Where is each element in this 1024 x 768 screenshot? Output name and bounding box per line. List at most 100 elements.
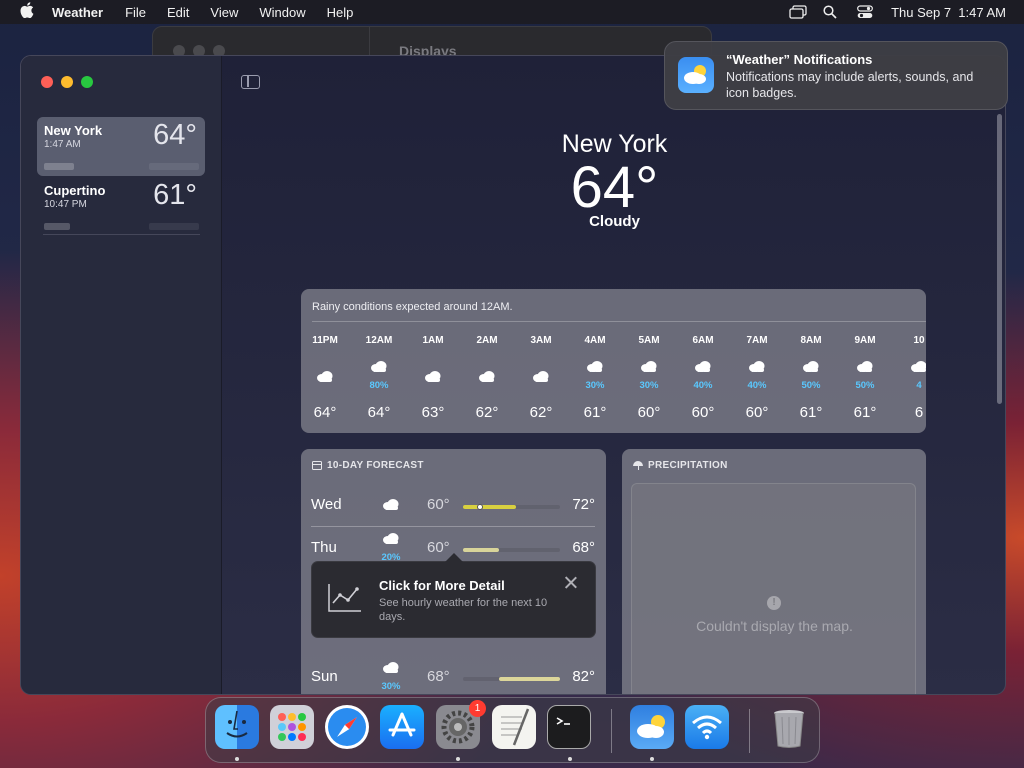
menu-view[interactable]: View	[210, 5, 238, 20]
city-card-placeholder	[44, 163, 74, 170]
forecast-precip-chance: 30%	[381, 681, 401, 692]
more-detail-popover[interactable]: Click for More Detail See hourly weather…	[311, 553, 596, 638]
control-center-icon[interactable]	[857, 5, 873, 19]
hour-column: 10 4 6	[892, 289, 926, 433]
city-card-temp: 61°	[153, 179, 197, 211]
precipitation-card[interactable]: PRECIPITATION ! Couldn't display the map…	[622, 449, 926, 694]
hour-label: 3AM	[530, 335, 552, 346]
menubar-clock[interactable]: Thu Sep 7 1:47 AM	[891, 5, 1006, 20]
notification-body: Notifications may include alerts, sounds…	[726, 70, 974, 100]
hour-column: 11PM 64°	[301, 289, 352, 433]
hour-column: 5AM 30% 60°	[622, 289, 676, 433]
trash-icon[interactable]	[767, 705, 811, 749]
current-temp-marker	[477, 504, 483, 510]
textedit-icon[interactable]	[492, 705, 536, 749]
map-error-message: Couldn't display the map.	[696, 618, 853, 634]
hour-label: 6AM	[692, 335, 714, 346]
weather-app-icon	[678, 57, 714, 93]
forecast-low: 60°	[427, 496, 450, 513]
hour-temperature: 62°	[529, 404, 553, 421]
hour-precip-chance: 40%	[693, 380, 713, 391]
temperature-range-bar	[463, 677, 560, 681]
current-condition: Cloudy	[589, 213, 640, 230]
ten-day-heading: 10-DAY FORECAST	[312, 460, 424, 471]
hour-column: 6AM 40% 60°	[676, 289, 730, 433]
app-store-icon[interactable]	[380, 705, 424, 749]
running-indicator	[235, 757, 239, 761]
weather-dock-icon[interactable]	[630, 705, 674, 749]
close-window-button[interactable]	[41, 76, 53, 88]
current-temperature: 64°	[570, 155, 659, 220]
hour-precip-chance: 30%	[639, 380, 659, 391]
close-icon[interactable]	[564, 575, 578, 589]
menu-app-name[interactable]: Weather	[52, 5, 103, 20]
scrollbar[interactable]	[997, 114, 1002, 404]
forecast-low: 68°	[427, 668, 450, 685]
running-indicator	[650, 757, 654, 761]
hour-temperature: 6	[914, 404, 924, 421]
popover-title: Click for More Detail	[379, 578, 505, 593]
traffic-lights	[41, 76, 93, 88]
city-card-placeholder	[44, 223, 70, 230]
system-settings-icon[interactable]: 1	[436, 700, 486, 749]
hour-label: 4AM	[584, 335, 606, 346]
precipitation-heading: PRECIPITATION	[633, 460, 728, 471]
calendar-icon	[312, 461, 322, 470]
hour-temperature: 60°	[637, 404, 661, 421]
notification-banner[interactable]: “Weather” Notifications Notifications ma…	[664, 41, 1008, 110]
finder-icon[interactable]	[215, 705, 259, 749]
terminal-icon[interactable]	[547, 705, 591, 749]
hour-precip-chance: 40%	[747, 380, 767, 391]
cloud-icon	[532, 369, 550, 382]
hour-column: 12AM 80% 64°	[352, 289, 406, 433]
city-card-placeholder	[149, 223, 199, 230]
safari-icon[interactable]	[325, 705, 369, 749]
cloud-icon	[382, 661, 400, 679]
temperature-range-bar	[463, 548, 560, 552]
cloud-icon	[382, 498, 400, 516]
dock-separator	[749, 709, 750, 753]
cloud-icon	[424, 369, 442, 382]
city-card-new-york[interactable]: New York 1:47 AM 64°	[37, 117, 205, 176]
sidebar-toggle-icon[interactable]	[241, 75, 260, 89]
menu-edit[interactable]: Edit	[167, 5, 189, 20]
hour-label: 9AM	[854, 335, 876, 346]
hour-label: 1AM	[422, 335, 444, 346]
hour-temperature: 62°	[475, 404, 499, 421]
hour-temperature: 61°	[853, 404, 877, 421]
exclamation-icon: !	[767, 596, 781, 610]
forecast-high: 82°	[572, 668, 595, 685]
menu-help[interactable]: Help	[327, 5, 354, 20]
forecast-day-row[interactable]: Wed 60° 72°	[311, 484, 595, 526]
wifi-diagnostics-icon[interactable]	[685, 705, 729, 749]
umbrella-icon	[633, 461, 643, 470]
hour-temperature: 60°	[745, 404, 769, 421]
launchpad-icon[interactable]	[270, 705, 314, 749]
hour-label: 5AM	[638, 335, 660, 346]
hourly-forecast-card[interactable]: Rainy conditions expected around 12AM. 1…	[301, 289, 926, 433]
menu-window[interactable]: Window	[259, 5, 305, 20]
cloud-icon	[382, 532, 400, 550]
hour-label: 12AM	[365, 335, 393, 346]
sidebar-divider	[43, 234, 200, 235]
temperature-range-fill	[463, 505, 516, 509]
city-card-cupertino[interactable]: Cupertino 10:47 PM 61°	[37, 177, 205, 236]
precipitation-map[interactable]: ! Couldn't display the map.	[631, 483, 916, 694]
screen-mirroring-icon[interactable]	[789, 5, 807, 19]
city-card-temp: 64°	[153, 119, 197, 151]
cloud-icon	[478, 369, 496, 382]
forecast-day-row[interactable]: Sun 30% 68° 82°	[311, 656, 595, 694]
zoom-window-button[interactable]	[81, 76, 93, 88]
spotlight-search-icon[interactable]	[823, 5, 839, 19]
menu-file[interactable]: File	[125, 5, 146, 20]
temperature-range-fill	[463, 548, 499, 552]
hour-column: 1AM 63°	[406, 289, 460, 433]
minimize-window-button[interactable]	[61, 76, 73, 88]
dock: 1	[205, 697, 820, 763]
menu-bar: Weather File Edit View Window Help Thu S…	[0, 0, 1024, 24]
hour-label: 7AM	[746, 335, 768, 346]
forecast-high: 72°	[572, 496, 595, 513]
hour-temperature: 63°	[421, 404, 445, 421]
apple-menu-icon[interactable]	[18, 2, 36, 22]
hour-temperature: 60°	[691, 404, 715, 421]
